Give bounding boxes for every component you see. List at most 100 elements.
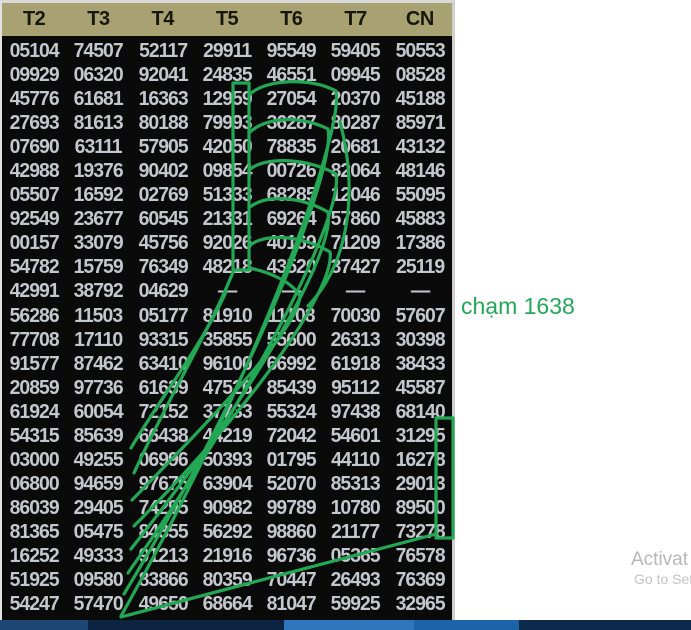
number-cell: 09929 bbox=[9, 64, 60, 87]
number-cell: 31295 bbox=[395, 424, 445, 447]
number-cell: 68140 bbox=[395, 400, 445, 423]
taskbar-segment bbox=[414, 620, 519, 630]
table-row: 05507 16592 02769 51333 68285 12046 55095 bbox=[2, 183, 452, 207]
number-cell: 72152 bbox=[138, 400, 188, 423]
number-cell: 44110 bbox=[331, 448, 381, 471]
number-cell: 95112 bbox=[331, 376, 381, 399]
number-cell: 79993 bbox=[202, 112, 252, 135]
number-cell: 61639 bbox=[138, 376, 188, 399]
table-row: 81365 05475 84355 56292 98860 21177 73278 bbox=[2, 520, 452, 544]
taskbar-strip[interactable] bbox=[0, 620, 691, 630]
number-cell: — bbox=[346, 280, 365, 303]
number-cell: 61918 bbox=[330, 352, 381, 375]
number-cell: 06320 bbox=[73, 64, 124, 87]
taskbar-segment bbox=[88, 620, 284, 630]
number-cell: 54315 bbox=[9, 424, 60, 447]
number-cell: 16363 bbox=[138, 88, 188, 111]
number-cell: 72042 bbox=[266, 424, 317, 447]
number-cell: 49333 bbox=[73, 544, 124, 567]
number-cell: 00157 bbox=[9, 232, 60, 255]
number-cell: 27693 bbox=[9, 112, 60, 135]
number-cell: 07690 bbox=[9, 136, 60, 159]
number-cell: 08528 bbox=[395, 64, 445, 87]
go-to-settings-watermark[interactable]: Go to Set bbox=[634, 571, 691, 587]
number-cell: 43132 bbox=[395, 136, 445, 159]
table-row: 27693 81613 80188 79993 36287 80287 85971 bbox=[2, 111, 452, 135]
number-cell: 85439 bbox=[266, 376, 317, 399]
number-cell: 45883 bbox=[395, 208, 445, 231]
number-cell: 50393 bbox=[202, 448, 252, 471]
number-cell: 16278 bbox=[395, 448, 445, 471]
table-row: 86039 29405 74295 90982 99789 10780 89500 bbox=[2, 496, 452, 520]
cham-annotation-label: chạm 1638 bbox=[461, 293, 575, 319]
number-cell: 57607 bbox=[395, 304, 445, 327]
number-cell: 15759 bbox=[73, 256, 124, 279]
number-cell: 81613 bbox=[73, 112, 124, 135]
number-cell: 68285 bbox=[266, 184, 317, 207]
number-cell: — bbox=[410, 280, 430, 303]
number-cell: 29911 bbox=[202, 40, 252, 62]
table-row: 56286 11503 05177 81910 11108 70030 57607 bbox=[2, 304, 452, 328]
number-cell: 56292 bbox=[202, 520, 252, 543]
number-cell: 70030 bbox=[330, 304, 381, 327]
table-row: 45776 61681 16363 12959 27054 20370 45188 bbox=[2, 87, 452, 111]
number-cell: 97675 bbox=[138, 472, 188, 495]
header-cell-cn[interactable]: CN bbox=[388, 8, 452, 31]
number-cell: 82064 bbox=[330, 160, 381, 183]
number-cell: 38433 bbox=[395, 352, 445, 375]
number-cell: 91213 bbox=[138, 544, 188, 567]
number-cell: 30398 bbox=[395, 328, 445, 351]
number-cell: 43520 bbox=[266, 256, 317, 279]
number-cell: 01795 bbox=[266, 448, 317, 471]
number-cell: 44219 bbox=[202, 424, 252, 447]
number-cell: 84355 bbox=[138, 520, 188, 543]
header-cell-t6[interactable]: T6 bbox=[259, 8, 323, 31]
number-cell: 85313 bbox=[330, 472, 381, 495]
header-cell-t4[interactable]: T4 bbox=[131, 8, 195, 31]
header-cell-t2[interactable]: T2 bbox=[2, 8, 66, 31]
number-cell: 56286 bbox=[9, 304, 60, 327]
table-row: 54315 85639 66438 44219 72042 54601 31295 bbox=[2, 424, 452, 448]
number-cell: 59405 bbox=[330, 40, 381, 62]
number-cell: 50553 bbox=[395, 40, 445, 62]
table-row: 00157 33079 45756 92026 40169 71209 17386 bbox=[2, 231, 452, 255]
number-cell: — bbox=[217, 280, 237, 303]
number-cell: 26313 bbox=[330, 328, 381, 351]
number-cell: 05475 bbox=[73, 520, 124, 543]
number-cell: 61924 bbox=[9, 400, 60, 423]
number-cell: 91577 bbox=[9, 352, 60, 375]
number-cell: 05104 bbox=[9, 40, 60, 62]
number-cell: 11503 bbox=[74, 304, 123, 327]
number-cell: 55324 bbox=[266, 400, 317, 423]
number-cell: 12959 bbox=[202, 88, 252, 111]
number-cell: 21331 bbox=[202, 208, 252, 231]
number-cell: 90982 bbox=[202, 496, 252, 519]
number-cell: 81910 bbox=[202, 304, 252, 327]
number-cell: 20681 bbox=[330, 136, 381, 159]
number-cell: 69264 bbox=[266, 208, 317, 231]
number-cell: 93315 bbox=[138, 328, 188, 351]
number-cell: 81365 bbox=[9, 520, 60, 543]
number-cell: 05365 bbox=[330, 544, 381, 567]
number-cell: 54247 bbox=[9, 593, 60, 616]
number-cell: 92041 bbox=[138, 64, 188, 87]
header-cell-t3[interactable]: T3 bbox=[66, 8, 130, 31]
table-row: 42988 19376 90402 09854 00726 82064 48146 bbox=[2, 159, 452, 183]
number-cell: 96736 bbox=[266, 544, 317, 567]
header-cell-t7[interactable]: T7 bbox=[323, 8, 387, 31]
number-cell: 61681 bbox=[73, 88, 124, 111]
taskbar-segment bbox=[284, 620, 414, 630]
number-cell: 70447 bbox=[266, 569, 317, 592]
number-cell: 57470 bbox=[73, 593, 124, 616]
number-cell: 92549 bbox=[9, 208, 60, 231]
number-cell: 49650 bbox=[138, 593, 188, 616]
header-cell-t5[interactable]: T5 bbox=[195, 8, 259, 31]
number-cell: 90402 bbox=[138, 160, 188, 183]
number-cell: 00726 bbox=[266, 160, 317, 183]
number-cell: 95549 bbox=[266, 40, 317, 62]
number-cell: 63410 bbox=[138, 352, 188, 375]
number-cell: 48218 bbox=[202, 256, 252, 279]
number-cell: 12046 bbox=[330, 184, 381, 207]
table-row: 61924 60054 72152 37733 55324 97438 68140 bbox=[2, 400, 452, 424]
number-cell: 45776 bbox=[9, 88, 60, 111]
